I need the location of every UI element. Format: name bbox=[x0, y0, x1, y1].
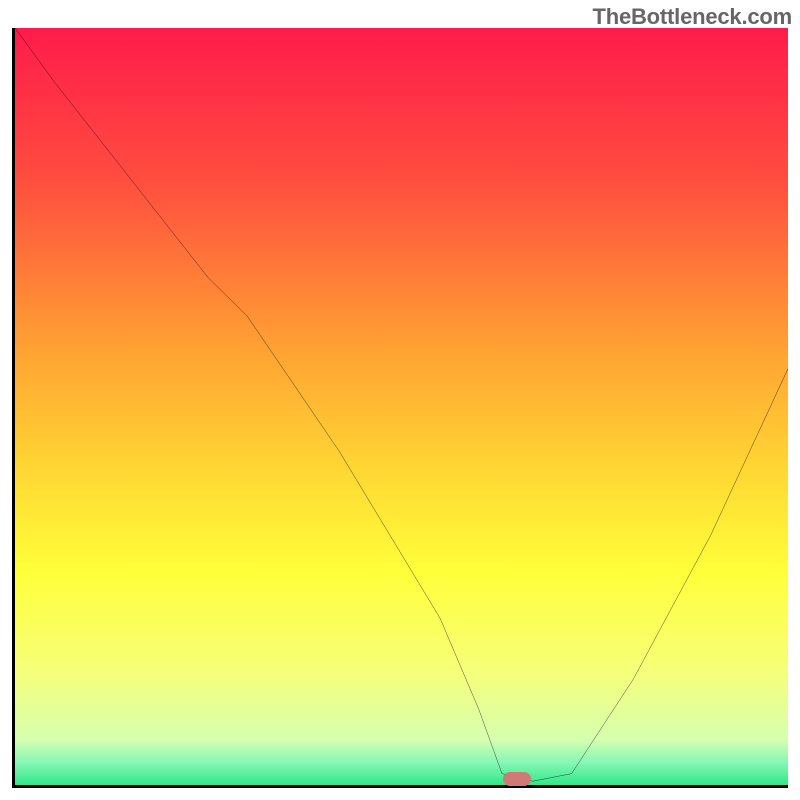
bottleneck-curve-path bbox=[15, 28, 788, 781]
bottleneck-chart: TheBottleneck.com bbox=[0, 0, 800, 800]
plot-area bbox=[12, 28, 788, 788]
optimal-marker bbox=[503, 772, 531, 786]
watermark-label: TheBottleneck.com bbox=[592, 4, 792, 30]
curve-layer bbox=[15, 28, 788, 785]
